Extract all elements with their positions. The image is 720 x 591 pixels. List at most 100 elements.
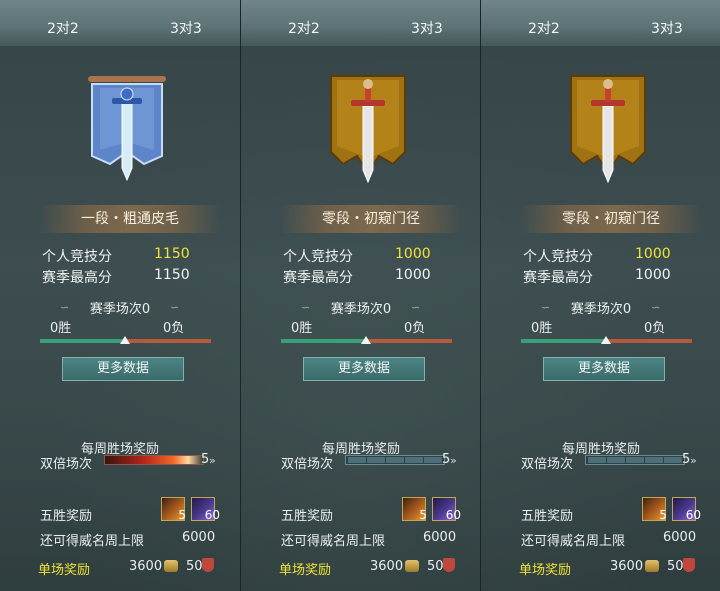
swirl-ornament-icon: ∽ bbox=[651, 301, 661, 314]
personal-score-value: 1150 bbox=[154, 246, 190, 262]
shield-icon bbox=[443, 558, 455, 572]
reward-item-chest-icon[interactable]: 5 bbox=[402, 497, 427, 522]
single-reward-value-1: 3600 bbox=[129, 559, 163, 574]
tab-3v3[interactable]: 3对3 bbox=[411, 18, 443, 38]
rank-title: 一段・粗通皮毛 bbox=[40, 205, 220, 233]
double-matches-label: 双倍场次 bbox=[281, 457, 334, 472]
tab-2v2[interactable]: 2对2 bbox=[47, 18, 79, 38]
five-win-reward-label: 五胜奖励 bbox=[40, 509, 93, 524]
single-reward-value-2: 50 bbox=[427, 559, 444, 574]
gold-banner-sword-icon bbox=[330, 75, 406, 184]
more-data-button[interactable]: 更多数据 bbox=[543, 357, 665, 381]
season-matches-label: 赛季场次0 bbox=[570, 302, 632, 317]
reward-item-count: 60 bbox=[685, 508, 701, 522]
season-best-label: 赛季最高分 bbox=[42, 270, 112, 286]
losses-count: 0负 bbox=[163, 321, 185, 336]
bar-segment bbox=[405, 457, 423, 463]
single-reward-value-1: 3600 bbox=[610, 559, 644, 574]
five-win-reward-label: 五胜奖励 bbox=[521, 509, 574, 524]
double-matches-label: 双倍场次 bbox=[521, 457, 574, 472]
reward-item-key-icon[interactable]: 60 bbox=[191, 497, 220, 522]
losses-count: 0负 bbox=[644, 321, 666, 336]
season-best-value: 1000 bbox=[395, 267, 431, 283]
season-matches-label: 赛季场次0 bbox=[89, 302, 151, 317]
season-best-label: 赛季最高分 bbox=[523, 270, 593, 286]
bar-segment bbox=[664, 457, 682, 463]
tab-2v2[interactable]: 2对2 bbox=[288, 18, 320, 38]
swirl-ornament-icon: ∽ bbox=[411, 301, 421, 314]
bar-segment bbox=[348, 457, 366, 463]
season-best-value: 1150 bbox=[154, 267, 190, 283]
loss-meter bbox=[367, 339, 452, 343]
losses-count: 0负 bbox=[404, 321, 426, 336]
rank-title: 零段・初窥门径 bbox=[521, 205, 701, 233]
wins-count: 0胜 bbox=[531, 321, 553, 336]
personal-score-label: 个人竞技分 bbox=[523, 249, 593, 265]
rank-panel-1: 2对2 3对3 一段・粗通皮毛 个人竞技分 1150 赛季最高分 1150 ∽ … bbox=[0, 0, 240, 591]
win-loss-meter bbox=[281, 336, 452, 344]
wins-count: 0胜 bbox=[291, 321, 313, 336]
chevron-right-icon: » bbox=[450, 454, 457, 467]
weekly-cap-value: 6000 bbox=[182, 530, 216, 545]
tab-3v3[interactable]: 3对3 bbox=[170, 18, 202, 38]
reward-item-chest-icon[interactable]: 5 bbox=[642, 497, 667, 522]
rank-title: 零段・初窥门径 bbox=[281, 205, 461, 233]
reward-item-count: 60 bbox=[204, 508, 220, 522]
season-matches-label: 赛季场次0 bbox=[330, 302, 392, 317]
win-loss-meter bbox=[521, 336, 692, 344]
weekly-cap-label: 还可得威名周上限 bbox=[40, 534, 145, 549]
reward-item-count: 60 bbox=[445, 508, 461, 522]
reward-item-count: 5 bbox=[659, 508, 667, 522]
coin-icon bbox=[164, 560, 178, 572]
five-win-reward-label: 五胜奖励 bbox=[281, 509, 334, 524]
reward-item-key-icon[interactable]: 60 bbox=[432, 497, 461, 522]
tab-3v3[interactable]: 3对3 bbox=[651, 18, 683, 38]
bar-segment bbox=[367, 457, 385, 463]
double-matches-label: 双倍场次 bbox=[40, 457, 93, 472]
single-reward-value-2: 50 bbox=[186, 559, 203, 574]
more-data-button[interactable]: 更多数据 bbox=[303, 357, 425, 381]
weekly-cap-value: 6000 bbox=[423, 530, 457, 545]
tab-2v2[interactable]: 2对2 bbox=[528, 18, 560, 38]
reward-item-chest-icon[interactable]: 5 bbox=[161, 497, 186, 522]
rank-panel-2: 2对2 3对3 零段・初窥门径 个人竞技分 1000 赛季最高分 1000 ∽ … bbox=[240, 0, 481, 591]
meter-marker-icon bbox=[601, 336, 611, 344]
reward-item-key-icon[interactable]: 60 bbox=[672, 497, 701, 522]
weekly-cap-label: 还可得威名周上限 bbox=[281, 534, 386, 549]
bar-segment bbox=[645, 457, 663, 463]
single-reward-value-1: 3600 bbox=[370, 559, 404, 574]
weekly-cap-value: 6000 bbox=[663, 530, 697, 545]
bar-segment bbox=[424, 457, 442, 463]
bar-segment bbox=[607, 457, 625, 463]
mode-tabs: 2对2 3对3 bbox=[481, 0, 720, 46]
season-best-value: 1000 bbox=[635, 267, 671, 283]
personal-score-value: 1000 bbox=[635, 246, 671, 262]
personal-score-label: 个人竞技分 bbox=[283, 249, 353, 265]
meter-marker-icon bbox=[120, 336, 130, 344]
chevron-right-icon: » bbox=[209, 454, 216, 467]
season-best-label: 赛季最高分 bbox=[283, 270, 353, 286]
single-match-reward-label: 单场奖励 bbox=[38, 563, 91, 578]
personal-score-label: 个人竞技分 bbox=[42, 249, 112, 265]
double-matches-bar bbox=[345, 455, 445, 465]
wins-count: 0胜 bbox=[50, 321, 72, 336]
rank-panel-3: 2对2 3对3 零段・初窥门径 个人竞技分 1000 赛季最高分 1000 ∽ … bbox=[480, 0, 720, 591]
meter-marker-icon bbox=[361, 336, 371, 344]
win-loss-meter bbox=[40, 336, 211, 344]
coin-icon bbox=[645, 560, 659, 572]
gold-banner-sword-icon bbox=[570, 75, 646, 184]
single-reward-value-2: 50 bbox=[667, 559, 684, 574]
mode-tabs: 2对2 3对3 bbox=[241, 0, 481, 46]
reward-item-count: 5 bbox=[419, 508, 427, 522]
bar-segment bbox=[588, 457, 606, 463]
more-data-button[interactable]: 更多数据 bbox=[62, 357, 184, 381]
double-matches-bar bbox=[104, 455, 204, 465]
chevron-right-icon: » bbox=[690, 454, 697, 467]
reward-item-count: 5 bbox=[178, 508, 186, 522]
personal-score-value: 1000 bbox=[395, 246, 431, 262]
single-match-reward-label: 单场奖励 bbox=[519, 563, 572, 578]
blue-banner-sword-icon bbox=[88, 76, 166, 182]
loss-meter bbox=[607, 339, 692, 343]
win-meter bbox=[521, 339, 606, 343]
swirl-ornament-icon: ∽ bbox=[170, 301, 180, 314]
